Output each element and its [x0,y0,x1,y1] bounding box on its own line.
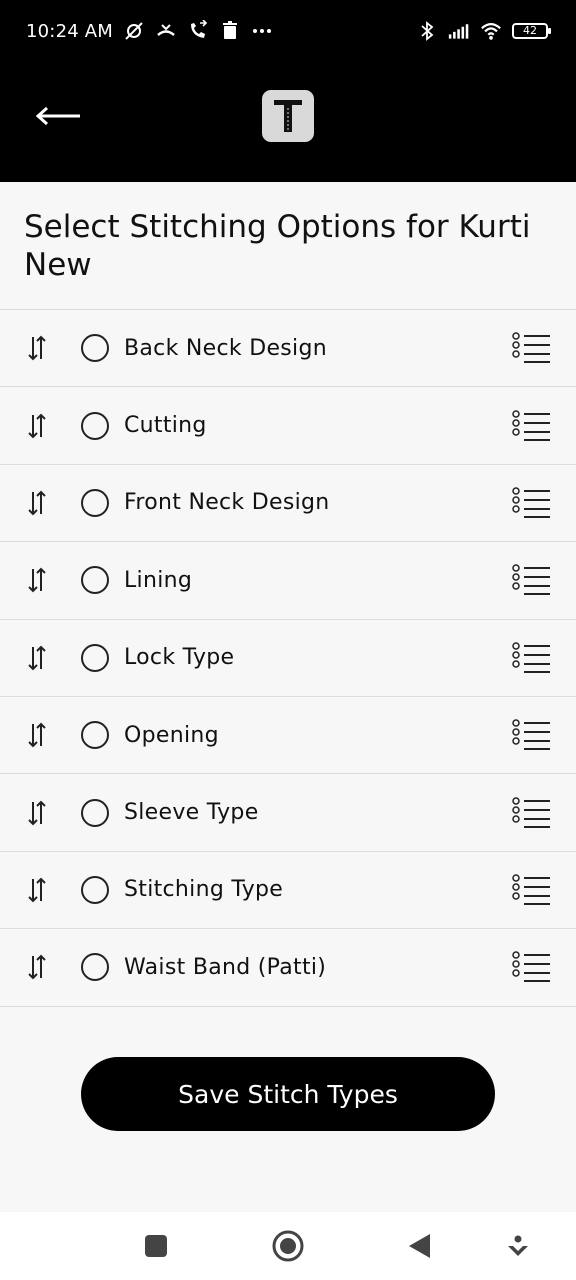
options-list-icon[interactable] [512,564,552,596]
option-row[interactable]: Front Neck Design [0,464,576,543]
system-nav-bar [0,1212,576,1280]
status-left: 10:24 AM [26,20,273,42]
bluetooth-icon [416,20,438,42]
trash-icon [219,20,241,42]
muted-alarm-icon [123,20,145,42]
option-radio[interactable] [81,875,109,904]
recents-square-icon[interactable] [140,1230,172,1262]
home-circle-icon[interactable] [272,1230,304,1262]
wifi-icon [480,20,502,42]
assistant-icon[interactable] [502,1230,534,1262]
option-label: Sleeve Type [124,800,259,826]
status-right: 42 [416,20,551,42]
options-list-icon[interactable] [512,487,552,519]
reorder-icon[interactable] [24,875,50,905]
option-radio[interactable] [81,643,109,672]
option-label: Waist Band (Patti) [124,954,327,980]
back-triangle-icon[interactable] [403,1230,435,1262]
option-row[interactable]: Waist Band (Patti) [0,929,576,1007]
option-row[interactable]: Back Neck Design [0,310,576,388]
option-label: Front Neck Design [124,490,330,516]
option-label: Lining [124,567,193,593]
call-forward-icon [187,20,209,42]
arrow-left-icon [35,106,80,126]
option-radio[interactable] [81,798,109,827]
reorder-icon[interactable] [24,411,50,441]
more-dots-icon [251,20,273,42]
option-row[interactable]: Opening [0,696,576,775]
battery-icon: 42 [512,23,551,39]
status-time: 10:24 AM [26,20,114,42]
options-list-icon[interactable] [512,332,552,364]
options-list-icon[interactable] [512,642,552,674]
option-row[interactable]: Cutting [0,387,576,465]
option-row[interactable]: Sleeve Type [0,774,576,852]
reorder-icon[interactable] [24,565,50,595]
option-row[interactable]: Stitching Type [0,851,576,930]
options-list-icon[interactable] [512,874,552,906]
option-row[interactable]: Lining [0,542,576,620]
options-list-icon[interactable] [512,951,552,983]
save-stitch-types-button[interactable]: Save Stitch Types [81,1057,495,1131]
option-radio[interactable] [81,334,109,363]
option-radio[interactable] [81,488,109,517]
tailor-logo-icon [274,100,302,132]
option-label: Stitching Type [124,877,284,903]
options-list-icon[interactable] [512,796,552,829]
back-button[interactable] [28,96,88,136]
reorder-icon[interactable] [24,488,50,518]
option-radio[interactable] [81,411,109,440]
option-row[interactable]: Lock Type [0,619,576,697]
reorder-icon[interactable] [24,643,50,673]
option-radio[interactable] [81,721,109,750]
option-radio[interactable] [81,566,109,595]
status-bar: 10:24 AM 42 [0,0,576,62]
option-label: Opening [124,722,219,748]
option-radio[interactable] [81,953,109,982]
page-title: Select Stitching Options for Kurti New [24,209,531,283]
option-label: Lock Type [124,645,235,671]
options-list-icon[interactable] [512,409,552,442]
reorder-icon[interactable] [24,798,50,828]
reorder-icon[interactable] [24,720,50,750]
missed-call-icon [155,20,177,42]
reorder-icon[interactable] [24,952,50,982]
app-logo [262,90,314,142]
option-label: Back Neck Design [124,335,327,361]
option-label: Cutting [124,413,207,439]
reorder-icon[interactable] [24,333,50,363]
stitching-options-list: Back Neck Design Cutting Front Neck Desi… [0,309,576,1007]
signal-icon [448,20,470,42]
options-list-icon[interactable] [512,719,552,751]
app-bar [0,62,576,182]
